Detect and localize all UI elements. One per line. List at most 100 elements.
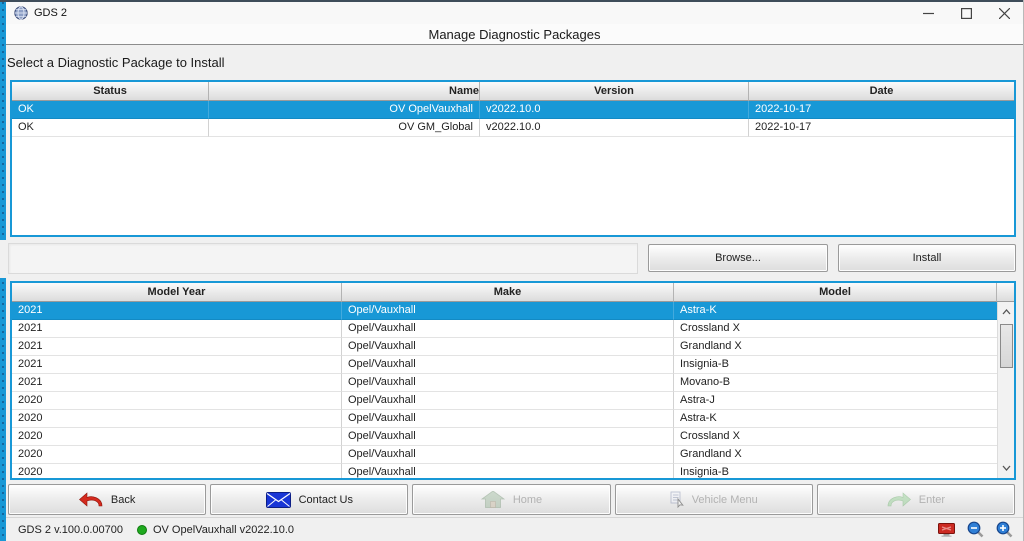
cell-make: Opel/Vauxhall xyxy=(342,320,674,338)
back-button-label: Back xyxy=(110,493,136,506)
back-button[interactable]: Back xyxy=(8,484,207,515)
cell-date: 2022-10-17 xyxy=(749,119,1014,137)
column-header-model[interactable]: Model xyxy=(674,283,997,302)
cell-status: OK xyxy=(12,119,209,137)
cell-name: OV OpelVauxhall xyxy=(209,101,480,119)
zoom-in-icon[interactable] xyxy=(996,521,1013,538)
vehicle-row[interactable]: 2020 Opel/Vauxhall Insignia-B xyxy=(12,464,997,478)
cell-model: Grandland X xyxy=(674,338,997,356)
package-row[interactable]: OK OV OpelVauxhall v2022.10.0 2022-10-17 xyxy=(12,101,1014,119)
cell-year: 2020 xyxy=(12,446,342,464)
cell-make: Opel/Vauxhall xyxy=(342,446,674,464)
active-package-label: OV OpelVauxhall v2022.10.0 xyxy=(152,523,295,536)
close-button[interactable] xyxy=(985,2,1023,24)
cell-version: v2022.10.0 xyxy=(480,101,749,119)
column-header-name[interactable]: Name xyxy=(209,82,480,101)
screen-icon[interactable] xyxy=(938,522,955,537)
cell-model: Insignia-B xyxy=(674,464,997,478)
browse-button-label: Browse... xyxy=(715,252,761,264)
cell-model: Astra-K xyxy=(674,410,997,428)
cell-model: Movano-B xyxy=(674,374,997,392)
home-icon xyxy=(480,491,505,508)
package-actions-band: Browse... Install xyxy=(0,240,1023,278)
column-header-status[interactable]: Status xyxy=(12,82,209,101)
page-header: Manage Diagnostic Packages xyxy=(6,24,1023,45)
vehicle-row[interactable]: 2021 Opel/Vauxhall Insignia-B xyxy=(12,356,997,374)
zoom-out-icon[interactable] xyxy=(967,521,984,538)
status-bar: GDS 2 v.100.0.00700 OV OpelVauxhall v202… xyxy=(6,517,1023,541)
install-button[interactable]: Install xyxy=(838,244,1016,272)
contact-us-button[interactable]: Contact Us xyxy=(210,484,409,515)
cell-make: Opel/Vauxhall xyxy=(342,464,674,478)
scroll-up-icon[interactable] xyxy=(998,304,1014,320)
cell-make: Opel/Vauxhall xyxy=(342,392,674,410)
cell-year: 2021 xyxy=(12,320,342,338)
vehicles-scrollbar[interactable] xyxy=(997,302,1014,478)
cell-make: Opel/Vauxhall xyxy=(342,410,674,428)
window-controls xyxy=(909,2,1023,24)
vehicle-row[interactable]: 2020 Opel/Vauxhall Astra-K xyxy=(12,410,997,428)
column-header-make[interactable]: Make xyxy=(342,283,674,302)
cell-make: Opel/Vauxhall xyxy=(342,356,674,374)
vehicle-row[interactable]: 2021 Opel/Vauxhall Astra-K xyxy=(12,302,997,320)
cell-status: OK xyxy=(12,101,209,119)
vehicle-row[interactable]: 2020 Opel/Vauxhall Astra-J xyxy=(12,392,997,410)
cell-make: Opel/Vauxhall xyxy=(342,338,674,356)
packages-table-header: Status Name Version Date xyxy=(12,82,1014,101)
column-header-date[interactable]: Date xyxy=(749,82,1014,101)
maximize-button[interactable] xyxy=(947,2,985,24)
bottom-toolbar: Back Contact Us Home Vehicle Menu Enter xyxy=(0,483,1023,516)
packages-table: Status Name Version Date OK OV OpelVauxha… xyxy=(10,80,1016,237)
home-button[interactable]: Home xyxy=(412,484,611,515)
cell-name: OV GM_Global xyxy=(209,119,480,137)
cell-year: 2020 xyxy=(12,410,342,428)
cell-model: Crossland X xyxy=(674,320,997,338)
contact-us-button-label: Contact Us xyxy=(298,493,354,506)
instruction-label: Select a Diagnostic Package to Install xyxy=(7,55,225,70)
app-icon xyxy=(14,6,28,20)
page-title: Manage Diagnostic Packages xyxy=(428,26,601,42)
vehicle-menu-icon xyxy=(670,491,684,508)
vehicle-row[interactable]: 2020 Opel/Vauxhall Grandland X xyxy=(12,446,997,464)
vehicle-menu-button-label: Vehicle Menu xyxy=(691,493,758,506)
cell-year: 2021 xyxy=(12,374,342,392)
column-header-version[interactable]: Version xyxy=(480,82,749,101)
scrollbar-thumb[interactable] xyxy=(1000,324,1013,368)
cell-model: Grandland X xyxy=(674,446,997,464)
cell-make: Opel/Vauxhall xyxy=(342,428,674,446)
vehicle-row[interactable]: 2021 Opel/Vauxhall Movano-B xyxy=(12,374,997,392)
enter-arrow-icon xyxy=(887,492,911,507)
status-dot-icon xyxy=(136,524,147,535)
cell-make: Opel/Vauxhall xyxy=(342,302,674,320)
cell-date: 2022-10-17 xyxy=(749,101,1014,119)
vehicle-menu-button[interactable]: Vehicle Menu xyxy=(614,484,813,515)
browse-button[interactable]: Browse... xyxy=(648,244,828,272)
vehicle-row[interactable]: 2021 Opel/Vauxhall Crossland X xyxy=(12,320,997,338)
cell-year: 2021 xyxy=(12,338,342,356)
vehicle-row[interactable]: 2021 Opel/Vauxhall Grandland X xyxy=(12,338,997,356)
cell-version: v2022.10.0 xyxy=(480,119,749,137)
app-version-label: GDS 2 v.100.0.00700 xyxy=(18,523,123,536)
cell-model: Astra-J xyxy=(674,392,997,410)
vehicles-table-body: 2021 Opel/Vauxhall Astra-K 2021 Opel/Vauxhal… xyxy=(12,302,997,478)
cell-make: Opel/Vauxhall xyxy=(342,374,674,392)
package-row[interactable]: OK OV GM_Global v2022.10.0 2022-10-17 xyxy=(12,119,1014,137)
vehicle-row[interactable]: 2020 Opel/Vauxhall Crossland X xyxy=(12,428,997,446)
vehicles-table-header: Model Year Make Model xyxy=(12,283,1014,302)
back-arrow-icon xyxy=(78,492,103,507)
column-header-scroll-spacer xyxy=(997,283,1014,302)
enter-button[interactable]: Enter xyxy=(816,484,1016,515)
window-title: GDS 2 xyxy=(34,7,68,19)
cell-model: Astra-K xyxy=(674,302,997,320)
minimize-button[interactable] xyxy=(909,2,947,24)
cell-year: 2020 xyxy=(12,392,342,410)
scroll-down-icon[interactable] xyxy=(998,460,1014,476)
title-bar: GDS 2 xyxy=(6,2,1023,24)
cell-year: 2021 xyxy=(12,356,342,374)
vehicles-table: Model Year Make Model 2021 Opel/Vauxhall A… xyxy=(10,281,1016,480)
packages-table-body: OK OV OpelVauxhall v2022.10.0 2022-10-17 OK O… xyxy=(12,101,1014,137)
status-bar-icons xyxy=(938,521,1023,538)
enter-button-label: Enter xyxy=(918,493,946,506)
cell-model: Insignia-B xyxy=(674,356,997,374)
column-header-model-year[interactable]: Model Year xyxy=(12,283,342,302)
